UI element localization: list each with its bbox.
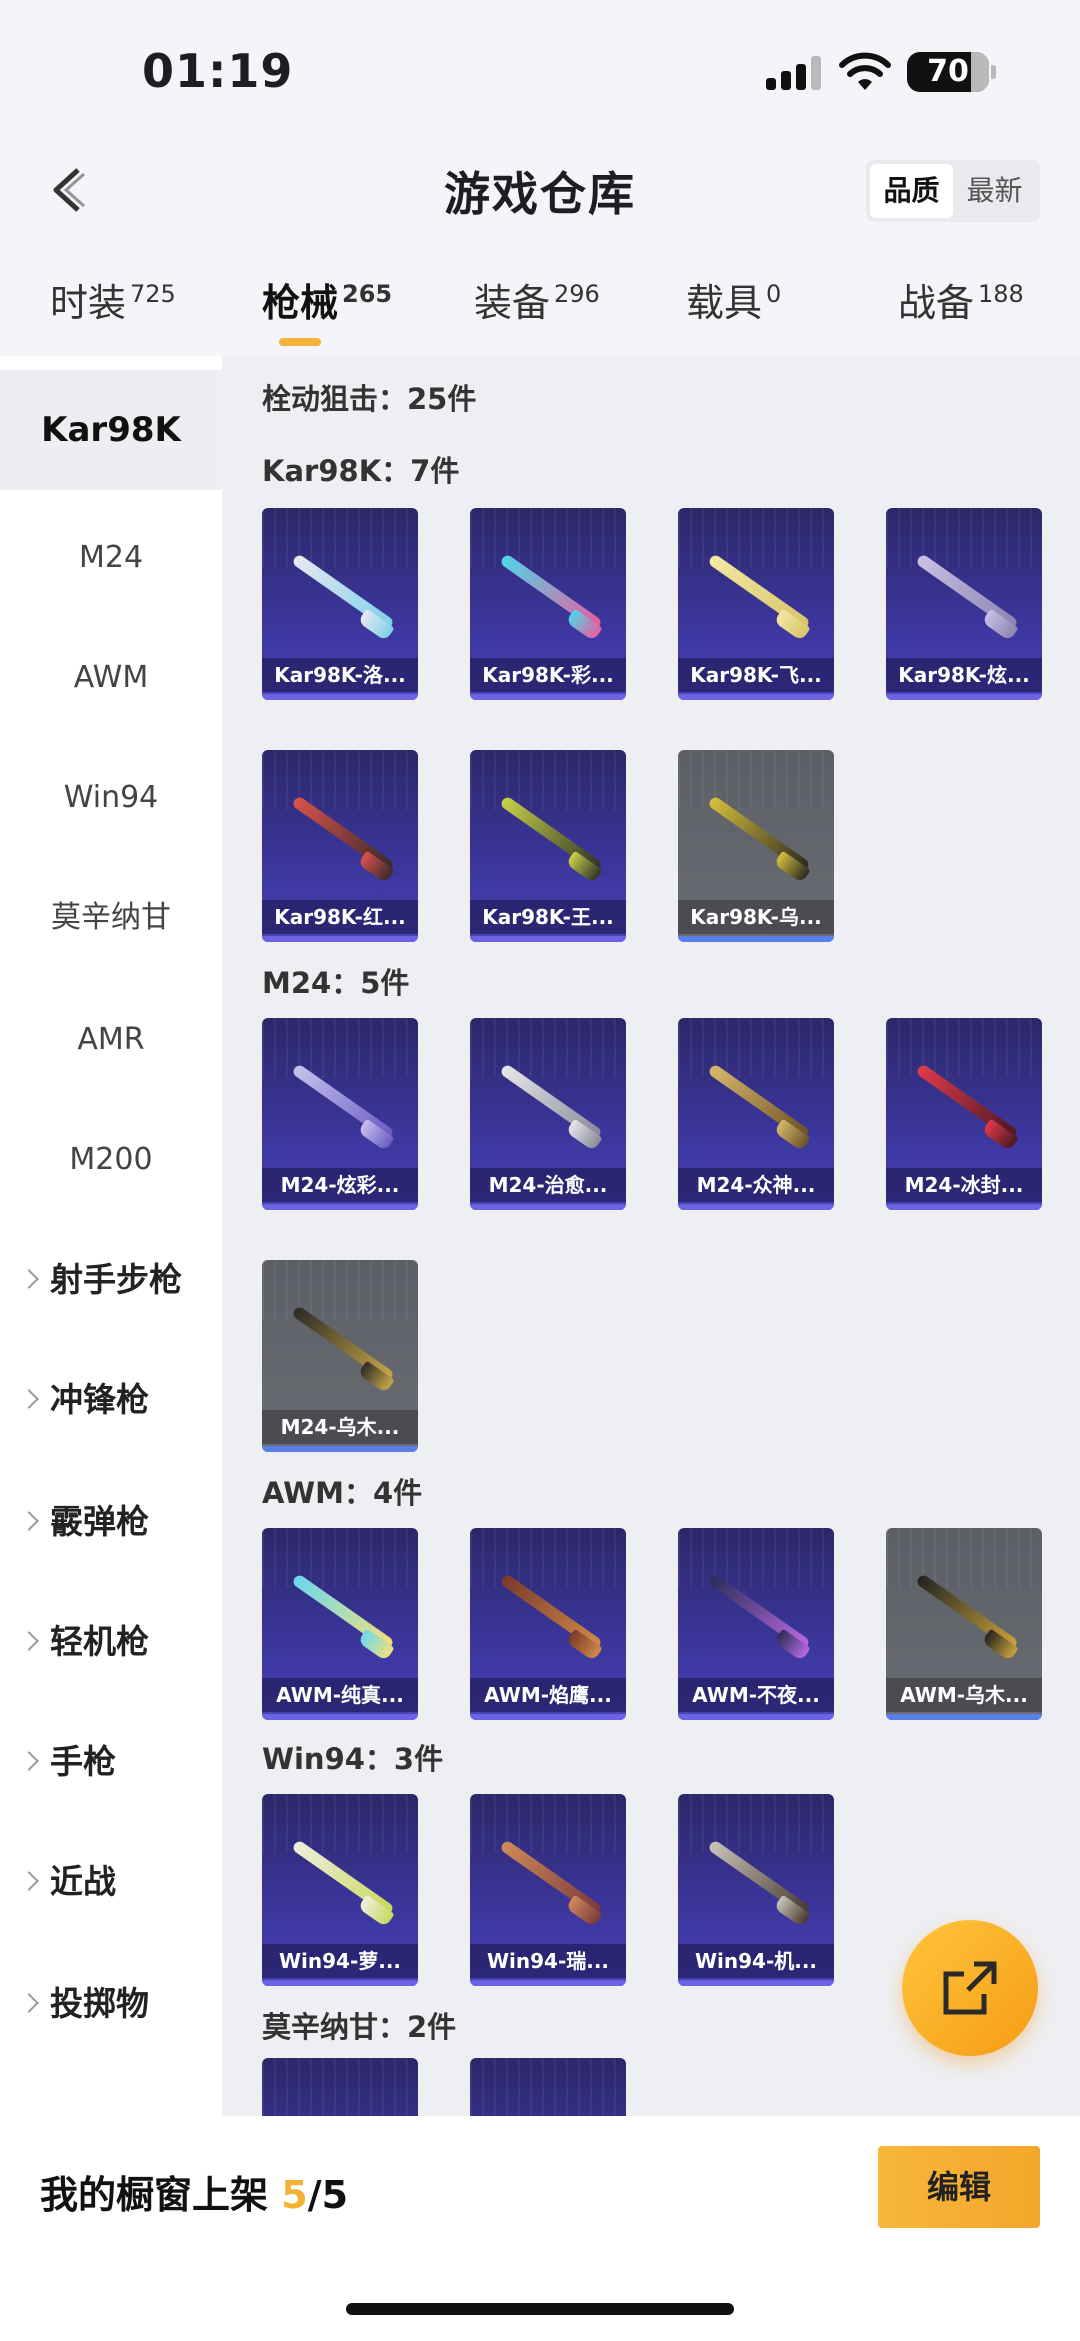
- weapon-card[interactable]: M24-治愈...: [470, 1018, 626, 1210]
- tab-supplies[interactable]: 战备 188: [898, 272, 1024, 327]
- chevron-right-icon: [19, 1993, 39, 2013]
- category-title: 栓动狙击：25件: [262, 382, 477, 416]
- share-button[interactable]: [902, 1920, 1038, 2056]
- section-title: M24：5件: [262, 966, 410, 1000]
- edit-button[interactable]: 编辑: [878, 2146, 1040, 2228]
- sidebar-group-throwable[interactable]: 投掷物: [0, 1944, 222, 2064]
- sidebar-group-lmg[interactable]: 轻机枪: [0, 1582, 222, 1702]
- wifi-icon: [839, 52, 891, 90]
- category-tabs: 时装 725 枪械 265 装备 296 载具 0 战备 188: [0, 262, 1080, 354]
- weapon-card[interactable]: [470, 2058, 626, 2116]
- sidebar-item-win94[interactable]: Win94: [0, 738, 222, 858]
- weapon-card[interactable]: Kar98K-彩...: [470, 508, 626, 700]
- section-title: Kar98K：7件: [262, 454, 460, 488]
- section-title: 莫辛纳甘：2件: [262, 2010, 457, 2044]
- weapon-card[interactable]: AWM-乌木...: [886, 1528, 1042, 1720]
- weapon-card[interactable]: Kar98K-洛...: [262, 508, 418, 700]
- header: 游戏仓库 品质 最新: [0, 130, 1080, 250]
- weapon-grid: 栓动狙击：25件 Kar98K：7件 Kar98K-洛... Kar98K-彩.…: [222, 356, 1080, 2116]
- sidebar-item-awm[interactable]: AWM: [0, 618, 222, 738]
- sort-quality-option[interactable]: 品质: [870, 164, 953, 218]
- tab-firearms[interactable]: 枪械 265: [262, 272, 392, 327]
- share-icon: [943, 1961, 997, 2015]
- sidebar-group-pistol[interactable]: 手枪: [0, 1702, 222, 1822]
- section-title: AWM：4件: [262, 1476, 423, 1510]
- sort-toggle: 品质 最新: [866, 160, 1040, 222]
- tab-count: 188: [978, 280, 1024, 309]
- showcase-current-count: 5: [281, 2173, 308, 2217]
- weapon-card[interactable]: M24-冰封...: [886, 1018, 1042, 1210]
- weapon-card[interactable]: AWM-不夜...: [678, 1528, 834, 1720]
- sidebar-item-kar98k[interactable]: Kar98K: [0, 370, 222, 490]
- tab-vehicles[interactable]: 载具 0: [686, 272, 781, 327]
- sidebar-item-m200[interactable]: M200: [0, 1100, 222, 1220]
- weapon-card[interactable]: Kar98K-王...: [470, 750, 626, 942]
- tab-count: 265: [342, 280, 393, 309]
- weapon-card[interactable]: Win94-瑞...: [470, 1794, 626, 1986]
- chevron-right-icon: [19, 1511, 39, 1531]
- sidebar-item-m24[interactable]: M24: [0, 498, 222, 618]
- weapon-card[interactable]: M24-乌木...: [262, 1260, 418, 1452]
- battery-icon: 70: [907, 52, 996, 92]
- sidebar-item-amr[interactable]: AMR: [0, 980, 222, 1100]
- weapon-card[interactable]: [262, 2058, 418, 2116]
- sort-newest-option[interactable]: 最新: [953, 164, 1036, 218]
- sidebar-group-shotgun[interactable]: 霰弹枪: [0, 1462, 222, 1582]
- weapon-card[interactable]: Kar98K-红...: [262, 750, 418, 942]
- home-indicator[interactable]: [346, 2303, 734, 2315]
- sidebar-item-mosin[interactable]: 莫辛纳甘: [0, 858, 222, 978]
- weapon-sidebar: Kar98K M24 AWM Win94 莫辛纳甘 AMR M200 射手步枪 …: [0, 356, 222, 2116]
- weapon-card[interactable]: Kar98K-飞...: [678, 508, 834, 700]
- tab-equipment[interactable]: 装备 296: [474, 272, 600, 327]
- tab-count: 725: [130, 280, 176, 309]
- chevron-right-icon: [19, 1631, 39, 1651]
- chevron-right-icon: [19, 1269, 39, 1289]
- weapon-card[interactable]: AWM-纯真...: [262, 1528, 418, 1720]
- chevron-right-icon: [19, 1751, 39, 1771]
- weapon-card[interactable]: Win94-萝...: [262, 1794, 418, 1986]
- weapon-card[interactable]: AWM-焰鹰...: [470, 1528, 626, 1720]
- sidebar-group-smg[interactable]: 冲锋枪: [0, 1340, 222, 1460]
- section-title: Win94：3件: [262, 1742, 444, 1776]
- battery-level: 70: [927, 54, 969, 89]
- weapon-card[interactable]: Kar98K-炫...: [886, 508, 1042, 700]
- weapon-card[interactable]: M24-众神...: [678, 1018, 834, 1210]
- weapon-card[interactable]: Kar98K-乌...: [678, 750, 834, 942]
- chevron-right-icon: [19, 1389, 39, 1409]
- showcase-total: /5: [307, 2173, 349, 2217]
- cellular-signal-icon: [766, 56, 822, 90]
- showcase-status: 我的橱窗上架 5/5: [40, 2173, 349, 2217]
- status-time: 01:19: [142, 44, 294, 98]
- active-tab-indicator: [279, 338, 321, 346]
- tab-count: 0: [766, 280, 782, 309]
- sidebar-group-dmr[interactable]: 射手步枪: [0, 1220, 222, 1340]
- tab-fashion[interactable]: 时装 725: [50, 272, 176, 327]
- status-bar: 01:19 70: [0, 0, 1080, 130]
- chevron-right-icon: [19, 1871, 39, 1891]
- weapon-card[interactable]: M24-炫彩...: [262, 1018, 418, 1210]
- tab-count: 296: [554, 280, 600, 309]
- weapon-card[interactable]: Win94-机...: [678, 1794, 834, 1986]
- sidebar-group-melee[interactable]: 近战: [0, 1822, 222, 1942]
